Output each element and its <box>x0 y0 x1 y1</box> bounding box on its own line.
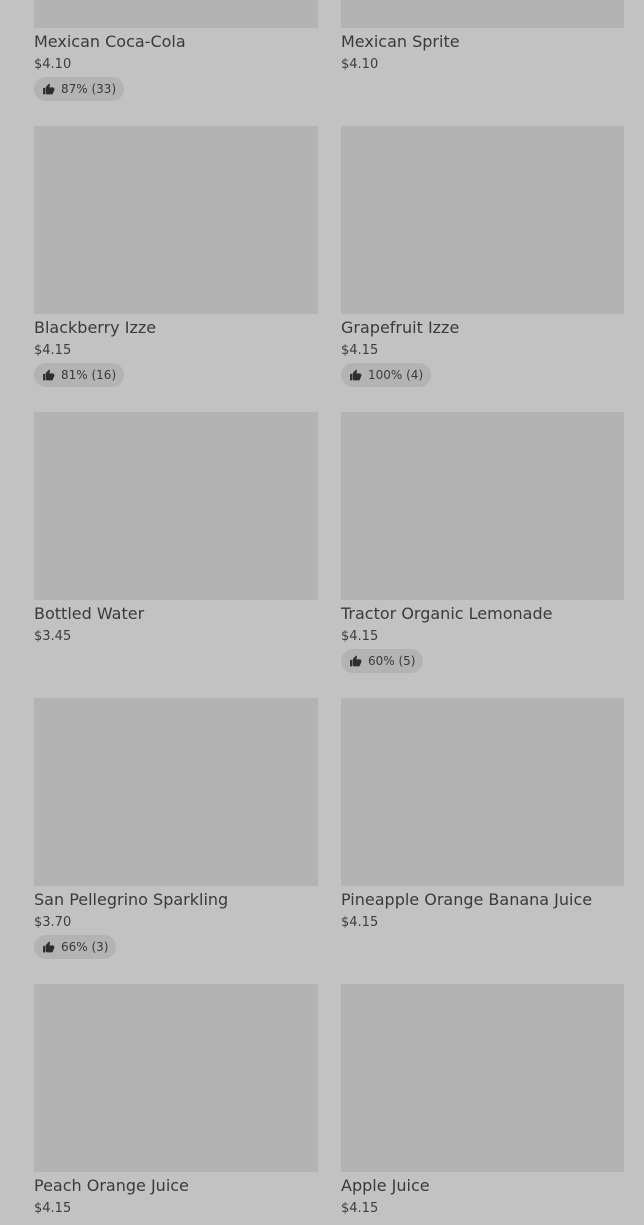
item-name: San Pellegrino Sparkling <box>34 890 229 909</box>
item-image[interactable] <box>341 698 624 886</box>
menu-item-card[interactable]: Blackberry Izze $4.15 81% (16) <box>34 126 318 412</box>
item-image[interactable] <box>34 126 318 314</box>
menu-item-card[interactable]: Bottled Water $3.45 <box>34 412 318 698</box>
item-name: Mexican Coca-Cola <box>34 32 186 51</box>
rating-badge: 100% (4) <box>341 363 432 387</box>
thumbs-up-icon <box>42 83 55 96</box>
thumbs-up-icon <box>349 655 362 668</box>
menu-page: Mexican Coca-Cola $4.10 87% (33) Mexican… <box>0 0 644 1225</box>
rating-badge: 66% (3) <box>34 935 117 959</box>
menu-item-card[interactable]: Peach Orange Juice $4.15 <box>34 984 318 1225</box>
item-image[interactable] <box>34 698 318 886</box>
rating-text: 81% (16) <box>61 368 117 382</box>
item-name: Peach Orange Juice <box>34 1176 189 1195</box>
item-image[interactable] <box>34 984 318 1172</box>
item-image[interactable] <box>34 412 318 600</box>
item-name: Blackberry Izze <box>34 318 157 337</box>
rating-text: 87% (33) <box>61 82 117 96</box>
rating-badge: 60% (5) <box>341 649 424 673</box>
thumbs-up-icon <box>349 369 362 382</box>
rating-text: 66% (3) <box>61 940 109 954</box>
item-name: Bottled Water <box>34 604 145 623</box>
rating-text: 100% (4) <box>368 368 424 382</box>
item-price: $4.10 <box>34 57 72 72</box>
item-name: Tractor Organic Lemonade <box>341 604 553 623</box>
item-image[interactable] <box>341 0 624 28</box>
rating-badge: 81% (16) <box>34 363 125 387</box>
item-image[interactable] <box>341 984 624 1172</box>
menu-item-card[interactable]: Mexican Coca-Cola $4.10 87% (33) <box>34 0 318 126</box>
menu-item-grid: Mexican Coca-Cola $4.10 87% (33) Mexican… <box>34 0 624 1225</box>
item-image[interactable] <box>341 412 624 600</box>
item-name: Apple Juice <box>341 1176 430 1195</box>
menu-item-card[interactable]: San Pellegrino Sparkling $3.70 66% (3) <box>34 698 318 984</box>
thumbs-up-icon <box>42 941 55 954</box>
item-image[interactable] <box>341 126 624 314</box>
item-price: $4.15 <box>341 1201 379 1216</box>
menu-item-card[interactable]: Tractor Organic Lemonade $4.15 60% (5) <box>341 412 624 698</box>
item-name: Mexican Sprite <box>341 32 460 51</box>
menu-item-card[interactable]: Grapefruit Izze $4.15 100% (4) <box>341 126 624 412</box>
rating-text: 60% (5) <box>368 654 416 668</box>
menu-item-card[interactable]: Pineapple Orange Banana Juice $4.15 <box>341 698 624 984</box>
thumbs-up-icon <box>42 369 55 382</box>
menu-item-card[interactable]: Apple Juice $4.15 <box>341 984 624 1225</box>
item-image[interactable] <box>34 0 318 28</box>
item-price: $4.15 <box>341 629 379 644</box>
item-name: Grapefruit Izze <box>341 318 460 337</box>
item-price: $3.45 <box>34 629 72 644</box>
item-price: $4.15 <box>341 915 379 930</box>
item-price: $4.15 <box>34 1201 72 1216</box>
menu-item-card[interactable]: Mexican Sprite $4.10 <box>341 0 624 126</box>
item-price: $3.70 <box>34 915 72 930</box>
item-price: $4.10 <box>341 57 379 72</box>
item-name: Pineapple Orange Banana Juice <box>341 890 593 909</box>
rating-badge: 87% (33) <box>34 77 125 101</box>
item-price: $4.15 <box>34 343 72 358</box>
item-price: $4.15 <box>341 343 379 358</box>
